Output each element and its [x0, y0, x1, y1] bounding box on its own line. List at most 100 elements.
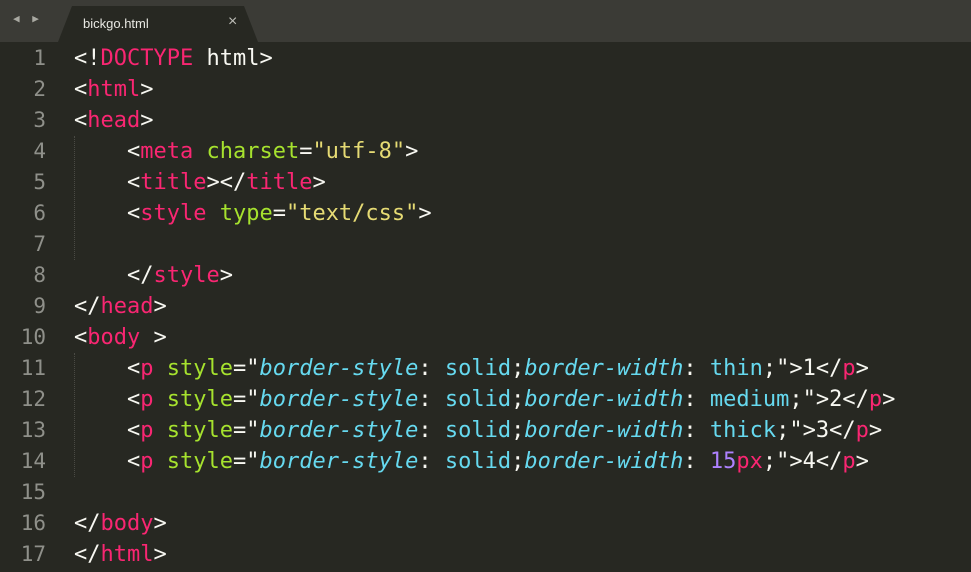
code-token: </ [126, 263, 154, 288]
code-token: thin [709, 356, 763, 381]
code-token: < [126, 418, 141, 443]
code-token: > [140, 77, 154, 102]
code-token: html [100, 542, 154, 567]
line-number: 16 [20, 511, 46, 535]
code-token: < [126, 387, 141, 412]
code-token: border-style [259, 356, 419, 381]
code-token: <! [74, 46, 101, 71]
code-token: style [166, 387, 233, 412]
code-line: <p style="border-style: solid;border-wid… [74, 415, 895, 446]
code-line: <p style="border-style: solid;border-wid… [74, 384, 895, 415]
code-token: style [166, 449, 233, 474]
code-editor[interactable]: 1 2 3 4 5 6 7 8 9 10 11 12 13 14 15 16 1… [0, 42, 971, 572]
code-token: > [153, 542, 167, 567]
code-token: p [842, 449, 856, 474]
line-number: 13 [20, 418, 46, 442]
code-line: <title></title> [74, 167, 895, 198]
code-token: > [140, 108, 154, 133]
code-token: < [126, 201, 141, 226]
tab-nav-arrows-icon[interactable]: ◀ ▶ [13, 12, 42, 25]
code-token: style [166, 418, 233, 443]
code-token: p [842, 356, 856, 381]
code-line: <p style="border-style: solid;border-wid… [74, 446, 895, 477]
code-token: meta [140, 139, 194, 164]
code-token: ; [511, 387, 525, 412]
code-token: ;"> [789, 387, 830, 412]
code-token: ; [511, 356, 525, 381]
tab-bar: ◀ ▶ bickgo.html × [0, 0, 971, 42]
code-token: p [868, 387, 883, 412]
code-line: </style> [74, 260, 895, 291]
code-line: <body > [74, 322, 895, 353]
code-token: : [683, 449, 710, 474]
code-token: 1 [802, 356, 816, 381]
line-number: 6 [33, 201, 46, 225]
code-token: solid [444, 418, 512, 443]
code-token: DOCTYPE [100, 46, 194, 71]
code-token: : [418, 356, 445, 381]
code-token: p [140, 418, 154, 443]
code-token: </ [829, 418, 856, 443]
code-token: 2 [829, 387, 843, 412]
code-token: p [140, 387, 154, 412]
code-token: ; [511, 418, 525, 443]
code-token: < [74, 108, 88, 133]
code-token: type [219, 201, 273, 226]
code-token: =" [232, 418, 260, 443]
line-number: 9 [33, 294, 46, 318]
code-token: "utf-8" [312, 139, 406, 164]
code-token: < [126, 356, 141, 381]
code-token: border-style [259, 418, 419, 443]
code-token: </ [842, 387, 869, 412]
code-token: > [312, 170, 326, 195]
code-token: ;"> [762, 449, 803, 474]
line-number: 14 [20, 449, 46, 473]
code-token: > [153, 511, 167, 536]
code-token: </ [74, 511, 101, 536]
code-line: </html> [74, 539, 895, 570]
line-number: 5 [33, 170, 46, 194]
code-token: solid [444, 449, 512, 474]
code-token: p [855, 418, 869, 443]
line-number: 10 [20, 325, 46, 349]
code-line: <!DOCTYPE html> [74, 43, 895, 74]
code-token: : [418, 449, 445, 474]
code-token: head [100, 294, 154, 319]
code-area[interactable]: <!DOCTYPE html> <html> <head> <meta char… [74, 43, 895, 570]
code-line: <meta charset="utf-8"> [74, 136, 895, 167]
code-token: </ [74, 542, 101, 567]
line-number: 12 [20, 387, 46, 411]
code-token: border-width [524, 387, 684, 412]
code-token: > [405, 139, 419, 164]
file-tab[interactable]: bickgo.html × [58, 6, 258, 42]
code-token: : [683, 418, 710, 443]
line-number: 11 [20, 356, 46, 380]
code-line: <p style="border-style: solid;border-wid… [74, 353, 895, 384]
tab-title: bickgo.html [83, 16, 149, 31]
line-number-gutter: 1 2 3 4 5 6 7 8 9 10 11 12 13 14 15 16 1… [0, 43, 50, 570]
code-token: </ [815, 356, 843, 381]
code-token: border-width [524, 449, 684, 474]
code-token: style [140, 201, 207, 226]
code-token: border-style [259, 387, 419, 412]
close-icon[interactable]: × [228, 13, 237, 31]
code-token: =" [232, 449, 260, 474]
code-token: style [166, 356, 233, 381]
code-line: <head> [74, 105, 895, 136]
line-number: 1 [33, 46, 46, 70]
code-token: border-width [524, 418, 684, 443]
line-number: 8 [33, 263, 46, 287]
code-token: ; [511, 449, 525, 474]
code-token: thick [709, 418, 777, 443]
